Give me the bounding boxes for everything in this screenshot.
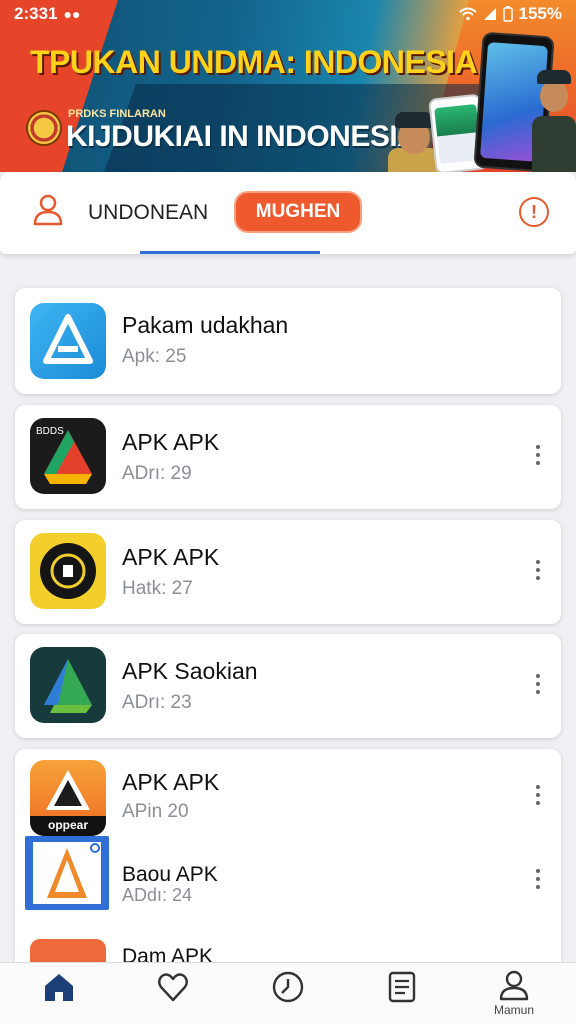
app-subtitle: APin 20 bbox=[122, 801, 189, 822]
more-options-icon[interactable] bbox=[528, 441, 548, 469]
app-subtitle: ADrı: 29 bbox=[122, 463, 192, 484]
app-subtitle: Hatk: 27 bbox=[122, 578, 193, 599]
more-options-icon[interactable] bbox=[528, 781, 548, 809]
promo-banner[interactable]: 2:331 ●● 155% TPUKAN UNDMA: INDONESIA PR… bbox=[0, 0, 576, 172]
banner-subheadline: KIJDUKIAI IN INDONESIA bbox=[66, 120, 419, 153]
heart-icon bbox=[158, 973, 188, 1002]
person-icon bbox=[499, 970, 529, 1001]
banner-small-text: PRDKS FINLARAN bbox=[68, 108, 166, 120]
clock-icon bbox=[272, 971, 304, 1003]
battery-level: 155% bbox=[518, 4, 562, 23]
drive-triangle-icon: BDDS bbox=[30, 418, 106, 494]
list-item[interactable]: APK APK Hatk: 27 bbox=[15, 520, 561, 624]
nav-history[interactable] bbox=[256, 969, 320, 1021]
document-icon bbox=[388, 971, 416, 1003]
list-item[interactable]: BDDS APK APK ADrı: 29 bbox=[15, 405, 561, 509]
banner-headline: TPUKAN UNDMA: INDONESIA bbox=[30, 44, 478, 80]
nav-documents[interactable] bbox=[370, 969, 434, 1021]
battery-icon bbox=[502, 6, 513, 22]
app-subtitle: ADdı: 24 bbox=[122, 885, 193, 905]
tab-strip: UNDONEAN MUGHEN bbox=[0, 172, 576, 254]
app-icon-caption: oppear bbox=[47, 818, 88, 832]
app-subtitle: ADrı: 23 bbox=[122, 692, 192, 713]
app-title: Pakam udakhan bbox=[122, 312, 289, 338]
status-time: 2:331 bbox=[14, 4, 58, 23]
signal-icon bbox=[483, 8, 496, 20]
nav-home[interactable] bbox=[27, 969, 91, 1021]
nav-favorites[interactable] bbox=[141, 969, 205, 1021]
tab-undonean[interactable]: UNDONEAN bbox=[88, 201, 208, 225]
svg-text:BDDS: BDDS bbox=[36, 426, 64, 437]
list-item[interactable]: APK Saokian ADrı: 23 bbox=[15, 634, 561, 738]
home-icon bbox=[45, 974, 73, 1001]
green-play-triangle-icon bbox=[30, 647, 106, 723]
officer-illustration-right bbox=[530, 66, 576, 172]
app-subtitle: Apk: 25 bbox=[122, 346, 187, 367]
emblem-icon bbox=[26, 110, 62, 146]
wifi-icon bbox=[458, 7, 477, 21]
notification-icon: ●● bbox=[63, 6, 81, 22]
more-options-icon[interactable] bbox=[528, 670, 548, 698]
nav-profile[interactable]: Mamun bbox=[482, 969, 546, 1021]
info-icon[interactable]: ! bbox=[519, 197, 549, 227]
list-item[interactable]: oppear APK APK APin 20 Baou APK ADdı: 24… bbox=[15, 749, 561, 979]
user-icon[interactable] bbox=[30, 192, 66, 228]
app-title: APK APK bbox=[122, 769, 220, 795]
status-bar: 2:331 ●● 155% bbox=[0, 0, 576, 28]
tab-underline bbox=[140, 251, 320, 254]
app-title: APK APK bbox=[122, 544, 220, 570]
more-options-icon[interactable] bbox=[528, 865, 548, 893]
app-title: APK APK bbox=[122, 429, 220, 455]
nav-profile-label: Mamun bbox=[493, 1003, 534, 1017]
more-options-icon[interactable] bbox=[528, 556, 548, 584]
orange-triangle-icon: oppear bbox=[30, 760, 106, 836]
app-title: APK Saokian bbox=[122, 658, 258, 684]
blue-a-logo-icon bbox=[30, 303, 106, 379]
gold-badge-icon bbox=[30, 533, 106, 609]
blue-a-triangle-icon bbox=[25, 836, 109, 910]
app-title: Baou APK bbox=[122, 863, 218, 886]
tab-mughen-active[interactable]: MUGHEN bbox=[234, 191, 362, 233]
bottom-navigation: Mamun bbox=[0, 962, 576, 1024]
list-item[interactable]: Pakam udakhan Apk: 25 bbox=[15, 288, 561, 394]
